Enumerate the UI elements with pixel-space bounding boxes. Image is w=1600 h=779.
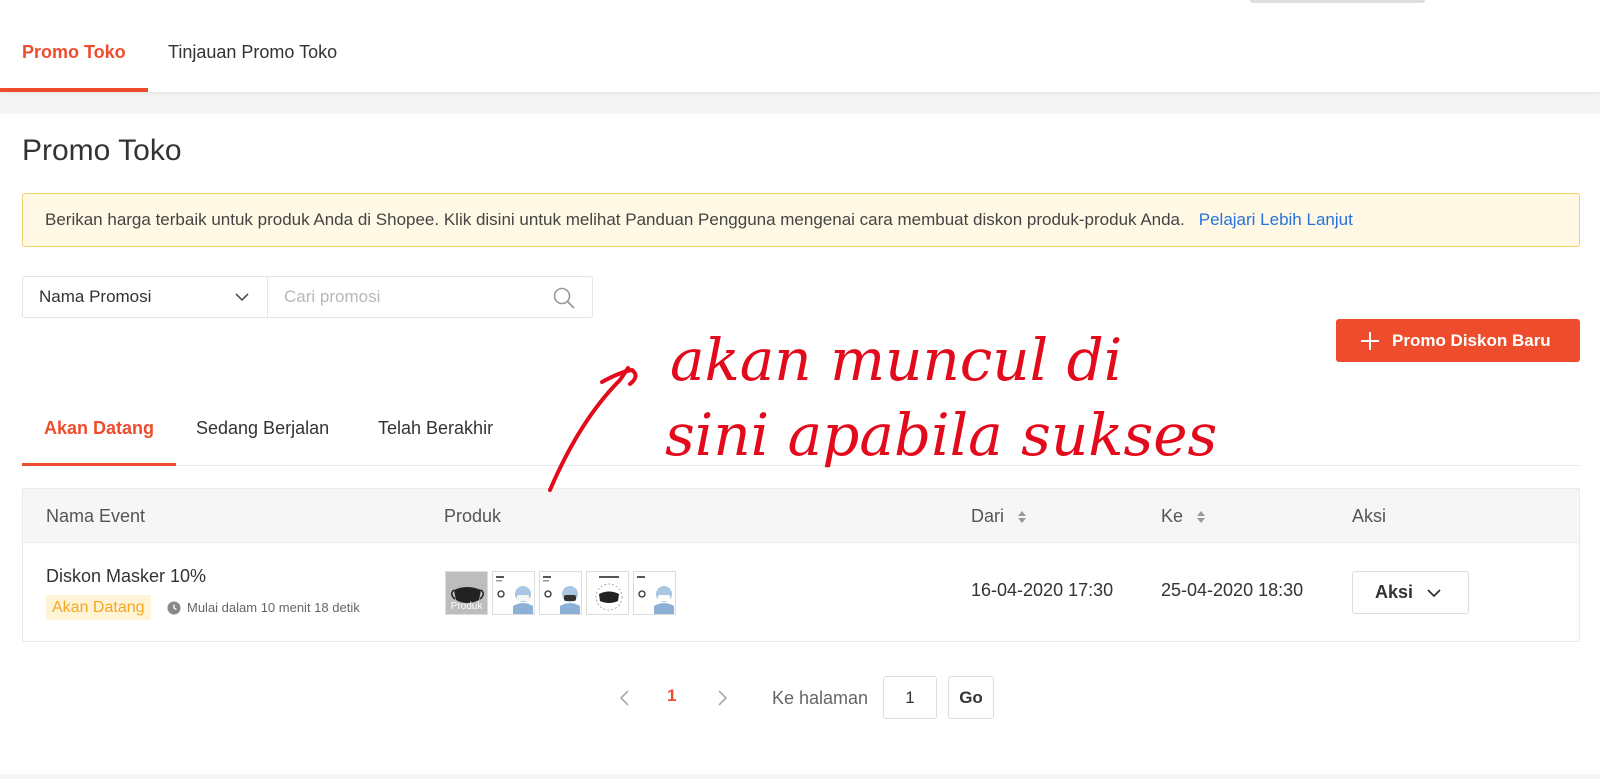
header-to[interactable]: Ke [1161,489,1206,543]
search-input[interactable] [268,277,548,317]
tab-promo-toko[interactable]: Promo Toko [0,16,148,92]
info-notice: Berikan harga terbaik untuk produk Anda … [22,193,1580,247]
tab-akan-datang[interactable]: Akan Datang [22,397,177,466]
new-button-label: Promo Diskon Baru [1392,331,1551,350]
action-button-label: Aksi [1375,582,1414,602]
new-discount-promo-button[interactable]: Promo Diskon Baru [1336,319,1580,362]
event-name: Diskon Masker 10% [46,566,207,586]
pagination: 1 Ke halaman Go [0,676,1600,720]
notice-text: Berikan harga terbaik untuk produk Anda … [45,210,1185,229]
page-title: Promo Toko [22,134,182,167]
product-thumbnail[interactable]: Produk [445,571,488,615]
person-mask-image-icon [496,576,533,614]
countdown-text: Mulai dalam 10 menit 18 detik [167,599,360,617]
end-datetime: 25-04-2020 18:30 [1161,580,1304,600]
tab-sedang-berjalan[interactable]: Sedang Berjalan [174,397,351,466]
chevron-down-icon [1427,589,1441,598]
plus-icon [1361,332,1379,350]
current-page-number[interactable]: 1 [667,686,676,706]
tab-tinjauan-promo-toko[interactable]: Tinjauan Promo Toko [146,16,359,92]
prev-page-icon[interactable] [615,688,635,708]
countdown-label: Mulai dalam 10 menit 18 detik [187,600,360,615]
filter-selected-value: Nama Promosi [39,287,152,306]
header-to-label: Ke [1161,506,1184,526]
tab-telah-berakhir[interactable]: Telah Berakhir [356,397,515,466]
top-bar-pill [1250,0,1425,3]
main-nav-tabs: Promo Toko Tinjauan Promo Toko [0,16,1600,92]
product-thumbnail[interactable] [633,571,676,615]
header-from-label: Dari [971,506,1005,526]
action-dropdown-button[interactable]: Aksi [1352,571,1469,614]
sort-icon [1197,511,1206,524]
header-products: Produk [444,506,502,526]
table-header: Nama Event Produk Dari Ke Aksi [23,489,1579,543]
promo-table: Nama Event Produk Dari Ke Aksi Diskon Ma… [22,488,1580,642]
product-thumbnail[interactable] [586,571,629,615]
header-from[interactable]: Dari [971,489,1027,543]
goto-page-input[interactable] [883,676,937,719]
sort-icon [1018,511,1027,524]
status-tabs: Akan Datang Sedang Berjalan Telah Berakh… [22,397,1580,466]
goto-page-label: Ke halaman [772,688,869,708]
search-icon[interactable] [552,286,576,310]
person-mask-image-icon [637,576,674,614]
filter-type-select[interactable]: Nama Promosi [22,276,268,318]
header-action: Aksi [1352,506,1387,526]
mask-diagram-icon [595,576,623,611]
learn-more-link[interactable]: Pelajari Lebih Lanjut [1199,210,1353,229]
status-badge: Akan Datang [46,595,151,620]
go-button[interactable]: Go [948,676,994,719]
next-page-icon[interactable] [712,688,732,708]
search-box [267,276,593,318]
chevron-down-icon [235,293,249,302]
start-datetime: 16-04-2020 17:30 [971,580,1114,600]
product-thumbnail[interactable] [539,571,582,615]
product-thumb-label: Produk [450,601,483,612]
person-mask-image-icon [543,576,580,614]
top-bar [0,0,1600,16]
product-thumbnail[interactable] [492,571,535,615]
header-event-name: Nama Event [46,506,146,526]
clock-icon [167,601,181,615]
